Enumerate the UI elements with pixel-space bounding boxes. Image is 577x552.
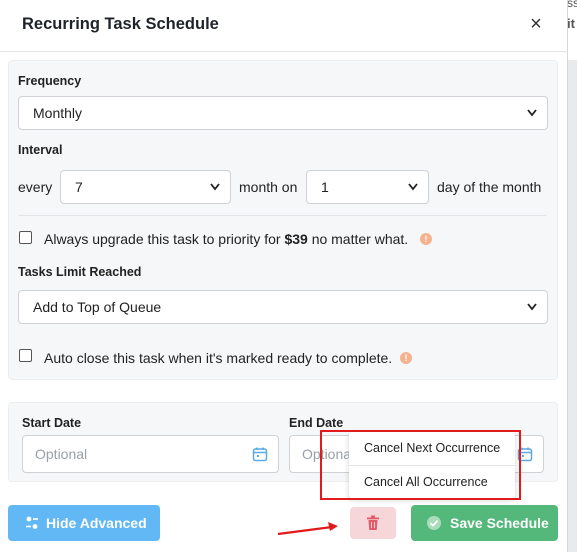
annotation-highlight-box — [320, 430, 521, 500]
annotation-arrow — [277, 522, 338, 536]
start-date-input[interactable]: Optional — [22, 435, 279, 473]
close-button[interactable]: × — [524, 12, 548, 36]
upgrade-price: $39 — [284, 231, 308, 247]
chevron-down-icon — [210, 183, 220, 191]
tasks-limit-value: Add to Top of Queue — [33, 299, 162, 315]
background-peek-text-1: ss — [567, 0, 577, 10]
upgrade-priority-label: Always upgrade this task to priority for… — [44, 231, 408, 247]
delete-schedule-button[interactable] — [350, 507, 396, 539]
interval-every-text: every — [18, 179, 53, 195]
hide-advanced-label: Hide Advanced — [46, 515, 147, 531]
frequency-label: Frequency — [18, 74, 82, 88]
interval-day-value: 1 — [321, 179, 329, 195]
interval-every-value: 7 — [75, 179, 83, 195]
start-date-label: Start Date — [22, 416, 82, 430]
trash-icon — [367, 515, 379, 530]
calendar-icon — [252, 447, 268, 462]
save-schedule-label: Save Schedule — [450, 515, 549, 531]
hide-advanced-button[interactable]: Hide Advanced — [8, 505, 160, 541]
auto-close-label: Auto close this task when it's marked re… — [44, 350, 393, 366]
interval-day-of-month-text: day of the month — [437, 179, 542, 195]
save-schedule-button[interactable]: Save Schedule — [411, 505, 558, 541]
warning-icon[interactable]: ! — [420, 233, 432, 245]
interval-label: Interval — [18, 143, 63, 157]
interval-month-on-text: month on — [239, 179, 298, 195]
start-date-placeholder: Optional — [35, 446, 88, 462]
modal-title: Recurring Task Schedule — [22, 15, 219, 33]
interval-day-select[interactable]: 1 — [306, 170, 429, 204]
check-circle-icon — [427, 516, 441, 530]
interval-every-select[interactable]: 7 — [60, 170, 231, 204]
recurring-task-modal: Recurring Task Schedule × Frequency Mont… — [0, 0, 568, 552]
close-icon: × — [530, 13, 542, 35]
upgrade-text-before: Always upgrade this task to priority for — [44, 231, 281, 247]
tasks-limit-select[interactable]: Add to Top of Queue — [18, 290, 548, 324]
chevron-down-icon — [408, 183, 418, 191]
section-divider — [18, 215, 546, 216]
modal-header: Recurring Task Schedule × — [0, 0, 568, 52]
upgrade-text-after: no matter what. — [311, 231, 409, 247]
chevron-down-icon — [527, 109, 537, 117]
tasks-limit-label: Tasks Limit Reached — [18, 265, 142, 279]
settings-sliders-icon — [26, 516, 38, 529]
chevron-down-icon — [527, 303, 537, 311]
frequency-select[interactable]: Monthly — [18, 96, 548, 130]
frequency-value: Monthly — [33, 105, 83, 121]
end-date-label: End Date — [289, 416, 344, 430]
warning-icon[interactable]: ! — [400, 352, 412, 364]
auto-close-checkbox[interactable] — [19, 349, 32, 362]
background-peek-text-2: it — [567, 16, 575, 31]
upgrade-priority-checkbox[interactable] — [19, 231, 32, 244]
